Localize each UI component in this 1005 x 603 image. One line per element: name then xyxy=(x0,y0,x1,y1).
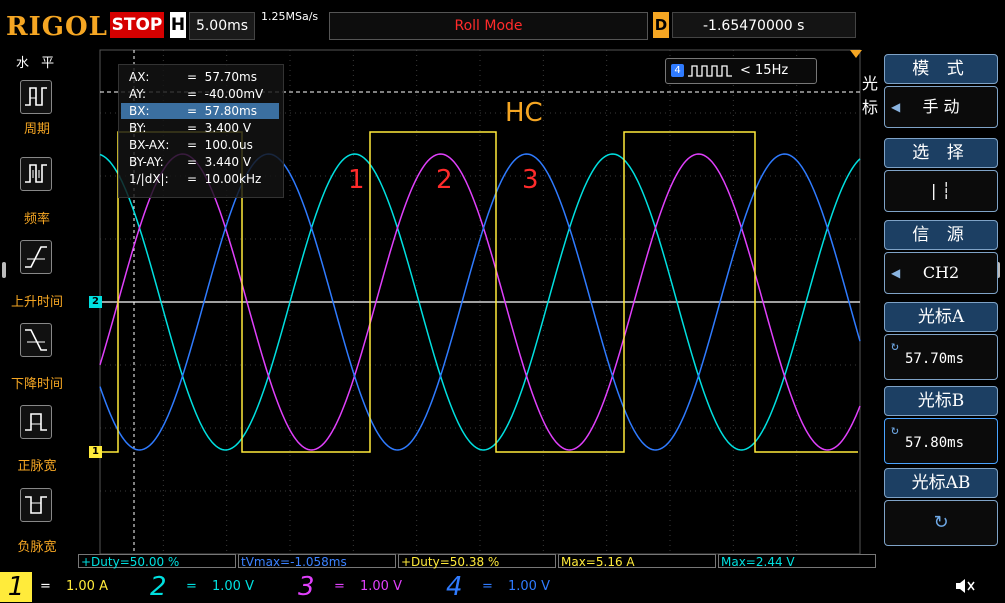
ch4-number: 4 xyxy=(446,572,463,602)
cursor-a-knob-icon: ↻ xyxy=(891,339,899,354)
cursor-b-title: 光标B xyxy=(884,386,998,416)
source-value-button[interactable]: ◀ CH2 xyxy=(884,252,998,294)
pulse-trigger-icon xyxy=(688,65,732,77)
hc-annotation: HC xyxy=(505,98,543,128)
speaker-mute-icon[interactable] xyxy=(954,576,976,596)
cursor-row-bx-ax: BX-AX: = 100.0us xyxy=(129,138,253,152)
ch4-coupling: = xyxy=(482,579,493,594)
measurement-ch1-max[interactable]: Max=5.16 A xyxy=(558,554,716,569)
trigger-condition: < 15Hz xyxy=(740,63,789,78)
select-value-button[interactable]: | ┆ xyxy=(884,170,998,212)
cursor-row-inv-dx: 1/|dX|: = 10.00kHz xyxy=(129,172,262,186)
ch1-number: 1 xyxy=(0,572,32,602)
channel-4-box[interactable]: 4 = 1.00 V xyxy=(438,572,578,602)
annotation-1: 1 xyxy=(348,165,365,195)
cursor-ab-title: 光标AB xyxy=(884,468,998,498)
cursor-a-title: 光标A xyxy=(884,302,998,332)
channel-bar: 1 = 1.00 A 2 = 1.00 V 3 = 1.00 V 4 = 1.0… xyxy=(0,570,1005,603)
channel-1-box[interactable]: 1 = 1.00 A xyxy=(0,572,140,602)
channel-3-box[interactable]: 3 = 1.00 V xyxy=(290,572,430,602)
cursor-row-ax: AX: = 57.70ms xyxy=(129,70,257,84)
measurement-ch2-max[interactable]: Max=2.44 V xyxy=(718,554,876,569)
cursor-row-ay: AY: = -40.00mV xyxy=(129,87,264,101)
ch2-scale: 1.00 V xyxy=(212,579,254,594)
source-title: 信 源 xyxy=(884,220,998,250)
annotation-2: 2 xyxy=(436,165,453,195)
cursor-row-by: BY: = 3.400 V xyxy=(129,121,252,135)
left-scroll-indicator xyxy=(2,262,6,278)
mode-title: 模 式 xyxy=(884,54,998,84)
ch3-scale: 1.00 V xyxy=(360,579,402,594)
ch3-number: 3 xyxy=(298,572,315,602)
measurement-ch1-duty[interactable]: +Duty=50.38 % xyxy=(398,554,556,569)
ch1-offset-marker[interactable]: 1 xyxy=(89,446,102,458)
select-title: 选 择 xyxy=(884,138,998,168)
cursor-ab-button[interactable]: ↻ xyxy=(884,500,998,546)
measurement-ch2-duty[interactable]: +Duty=50.00 % xyxy=(78,554,236,569)
ch2-offset-marker[interactable]: 2 xyxy=(89,296,102,308)
ch2-coupling: = xyxy=(186,579,197,594)
ch1-coupling: = xyxy=(40,579,51,594)
trigger-channel-badge: 4 xyxy=(671,64,684,77)
mode-arrow-icon: ◀ xyxy=(891,100,901,114)
trigger-status-badge[interactable]: 4 < 15Hz xyxy=(665,58,817,84)
annotation-3: 3 xyxy=(522,165,539,195)
cursor-menu-tab[interactable]: 光 标 xyxy=(862,72,878,120)
cursor-b-value-button[interactable]: ↻ 57.80ms xyxy=(884,418,998,464)
ch4-scale: 1.00 V xyxy=(508,579,550,594)
ch1-scale: 1.00 A xyxy=(66,579,108,594)
mode-value-button[interactable]: ◀ 手 动 xyxy=(884,86,998,128)
cursor-row-bx: BX: = 57.80ms xyxy=(121,103,279,119)
cursor-row-by-ay: BY-AY: = 3.440 V xyxy=(129,155,252,169)
measurement-bar: +Duty=50.00 % tVmax=-1.058ms +Duty=50.38… xyxy=(78,554,878,569)
cursor-ab-knob-icon: ↻ xyxy=(933,512,949,533)
cursor-a-value-button[interactable]: ↻ 57.70ms xyxy=(884,334,998,380)
cursor-readout-panel: AX: = 57.70ms AY: = -40.00mV BX: = 57.80ms … xyxy=(118,64,284,198)
measurement-ch4-tvmax[interactable]: tVmax=-1.058ms xyxy=(238,554,396,569)
source-arrow-icon: ◀ xyxy=(891,266,901,280)
cursor-b-knob-icon: ↻ xyxy=(891,423,899,438)
ch3-coupling: = xyxy=(334,579,345,594)
channel-2-box[interactable]: 2 = 1.00 V xyxy=(142,572,282,602)
ch2-number: 2 xyxy=(150,572,167,602)
